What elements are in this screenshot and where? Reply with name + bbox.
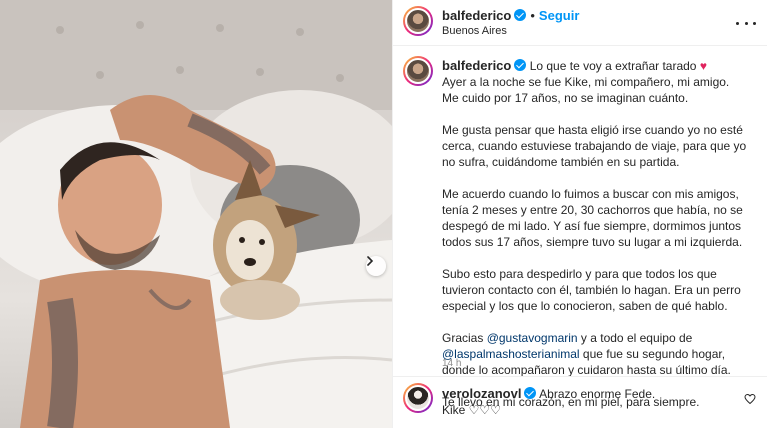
next-photo-button[interactable] [366, 256, 386, 276]
mention-link-2[interactable]: @laspalmashosterianimal [442, 347, 580, 361]
post-caption: balfederico Lo que te voy a extrañar tar… [442, 58, 760, 426]
separator-dot: • [530, 8, 535, 23]
commenter-avatar[interactable] [403, 383, 433, 413]
post-photo[interactable] [0, 0, 392, 428]
comment-item: verolozanovl Abrazo enorme Fede. Kike ♡♡… [393, 377, 767, 428]
chevron-right-icon [367, 256, 374, 266]
caption-text-line3: Me cuido por 17 años, no se imaginan cuá… [442, 91, 689, 105]
caption-username[interactable]: balfederico [442, 58, 511, 73]
comment-text: Abrazo enorme Fede. [539, 387, 656, 401]
author-avatar[interactable] [403, 6, 433, 36]
caption-text-line1: Lo que te voy a extrañar tarado [529, 59, 697, 73]
heart-outline-icon[interactable] [744, 393, 756, 405]
follow-button[interactable]: Seguir [539, 8, 579, 23]
verified-badge-icon [514, 59, 527, 71]
comment-text-line2: Kike ♡♡♡ [442, 403, 501, 417]
caption-author-avatar[interactable] [403, 56, 433, 86]
red-heart-emoji: ♥ [699, 59, 707, 73]
post-header: balfederico • Seguir Buenos Aires [393, 0, 767, 46]
post-side-panel: balfederico • Seguir Buenos Aires balfeder… [392, 0, 767, 428]
post-timestamp[interactable]: 14 h [442, 358, 461, 369]
author-username[interactable]: balfederico [442, 8, 511, 23]
post-location[interactable]: Buenos Aires [442, 25, 507, 37]
caption-p5-mid: y a todo el equipo de [577, 331, 693, 345]
caption-paragraph-3: Me acuerdo cuando lo fuimos a buscar con… [442, 187, 743, 249]
caption-paragraph-5: Gracias @gustavogmarin y a todo el equip… [442, 330, 760, 378]
caption-first-line: balfederico Lo que te voy a extrañar tar… [442, 58, 760, 74]
more-options-icon[interactable] [736, 13, 756, 33]
caption-p5-prefix: Gracias [442, 331, 487, 345]
instagram-post-modal: balfederico • Seguir Buenos Aires balfeder… [0, 0, 767, 428]
caption-text-line2: Ayer a la noche se fue Kike, mi compañer… [442, 75, 730, 89]
mention-link-1[interactable]: @gustavogmarin [487, 331, 578, 345]
author-line: balfederico • Seguir [442, 8, 579, 23]
verified-badge-icon [524, 387, 537, 399]
caption-paragraph-4: Subo esto para despedirlo y para que tod… [442, 267, 741, 313]
caption-paragraph-2: Me gusta pensar que hasta eligió irse cu… [442, 123, 747, 169]
commenter-username[interactable]: verolozanovl [442, 386, 521, 401]
verified-badge-icon [514, 9, 527, 21]
comment-line: verolozanovl Abrazo enorme Fede. [442, 386, 732, 402]
comments-area[interactable]: balfederico Lo que te voy a extrañar tar… [393, 46, 767, 409]
photo-illustration [0, 0, 392, 428]
